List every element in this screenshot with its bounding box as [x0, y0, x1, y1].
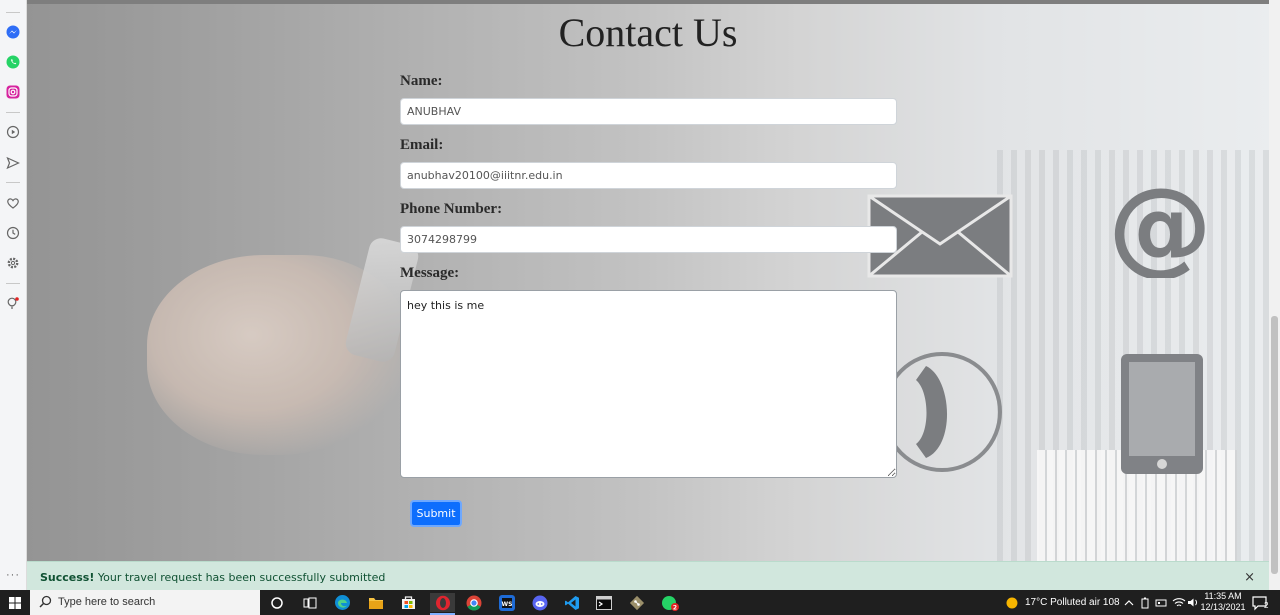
whatsapp-desktop-icon[interactable]: 2 — [660, 593, 679, 612]
store-icon[interactable] — [399, 593, 418, 612]
chevron-up-icon — [1124, 599, 1134, 605]
show-hidden-icons-button[interactable] — [1124, 590, 1134, 615]
task-view-icon[interactable] — [300, 593, 319, 612]
page-viewport: @ Contact Us Name: ANUBHAV Email: anubha… — [27, 0, 1269, 561]
clock-date: 12/13/2021 — [1200, 602, 1246, 612]
player-icon[interactable] — [6, 125, 20, 139]
vscode-icon[interactable] — [562, 593, 581, 612]
contact-form: Name: ANUBHAV Email: anubhav20100@iiitnr… — [400, 70, 898, 478]
message-label: Message: — [400, 265, 460, 281]
page-scrollbar[interactable] — [1269, 0, 1280, 590]
history-icon[interactable] — [6, 226, 20, 240]
sidebar-divider — [6, 12, 20, 13]
chrome-icon[interactable] — [464, 593, 483, 612]
name-label: Name: — [400, 73, 443, 89]
heart-icon[interactable] — [6, 196, 20, 210]
search-placeholder: Type here to search — [58, 596, 156, 608]
email-label: Email: — [400, 137, 444, 153]
name-input[interactable]: ANUBHAV — [400, 98, 897, 125]
phone-input[interactable]: 3074298799 — [400, 226, 897, 253]
alert-text: Your travel request has been successfull… — [94, 571, 386, 584]
git-icon[interactable] — [627, 593, 646, 612]
phone-label: Phone Number: — [400, 201, 503, 217]
message-textarea[interactable]: hey this is me — [400, 290, 897, 478]
battery-icon[interactable] — [1140, 590, 1150, 615]
svg-text:@: @ — [1112, 182, 1208, 278]
clock-time: 11:35 AM — [1204, 591, 1242, 601]
sun-icon — [1006, 597, 1018, 608]
terminal-icon[interactable] — [594, 593, 613, 612]
whatsapp-icon[interactable] — [6, 55, 20, 69]
cortana-icon[interactable] — [267, 593, 286, 612]
browser-sidebar: ··· — [0, 0, 27, 590]
taskbar-search-box[interactable]: Type here to search — [30, 590, 260, 615]
weather-text: 17°C Polluted air 108 — [1025, 597, 1120, 608]
email-input[interactable]: anubhav20100@iiitnr.edu.in — [400, 162, 897, 189]
telephone-icon — [894, 352, 1002, 472]
messenger-icon[interactable] — [6, 25, 20, 39]
wifi-icon[interactable] — [1172, 590, 1186, 615]
system-clock[interactable]: 11:35 AM 12/13/2021 — [1198, 591, 1248, 613]
search-icon — [39, 595, 52, 608]
windows-taskbar: Type here to search WS 2 17°C Polluted a… — [0, 590, 1280, 615]
weather-widget[interactable]: 17°C Polluted air 108 — [1005, 590, 1120, 615]
success-alert: Success! Your travel request has been su… — [27, 561, 1269, 590]
whatsapp-badge: 2 — [672, 604, 676, 611]
alert-message: Success! Your travel request has been su… — [40, 571, 385, 584]
opera-icon[interactable] — [430, 593, 455, 612]
sidebar-divider — [6, 182, 20, 183]
network-adapter-icon[interactable] — [1155, 590, 1167, 615]
start-button[interactable] — [0, 590, 30, 615]
at-sign-icon: @ — [1112, 182, 1208, 278]
alert-close-button[interactable]: × — [1244, 570, 1255, 585]
page-title: Contact Us — [558, 10, 738, 55]
scrollbar-thumb[interactable] — [1271, 316, 1278, 574]
bulb-icon[interactable] — [6, 296, 20, 310]
file-explorer-icon[interactable] — [366, 593, 385, 612]
sidebar-divider — [6, 112, 20, 113]
more-icon[interactable]: ··· — [6, 569, 20, 581]
notification-count: 2 — [1264, 601, 1269, 610]
gear-icon[interactable] — [6, 256, 20, 270]
alert-strong: Success! — [40, 571, 95, 584]
svg-text:WS: WS — [501, 601, 512, 608]
sidebar-divider — [6, 283, 20, 284]
send-icon[interactable] — [6, 156, 20, 170]
instagram-icon[interactable] — [6, 85, 20, 99]
notification-center-button[interactable]: 2 — [1252, 590, 1270, 615]
webstorm-icon[interactable]: WS — [497, 593, 516, 612]
windows-logo-icon — [9, 596, 21, 609]
discord-icon[interactable] — [530, 593, 549, 612]
tablet-icon — [1121, 354, 1203, 474]
submit-button[interactable]: Submit — [410, 500, 462, 527]
edge-icon[interactable] — [333, 593, 352, 612]
